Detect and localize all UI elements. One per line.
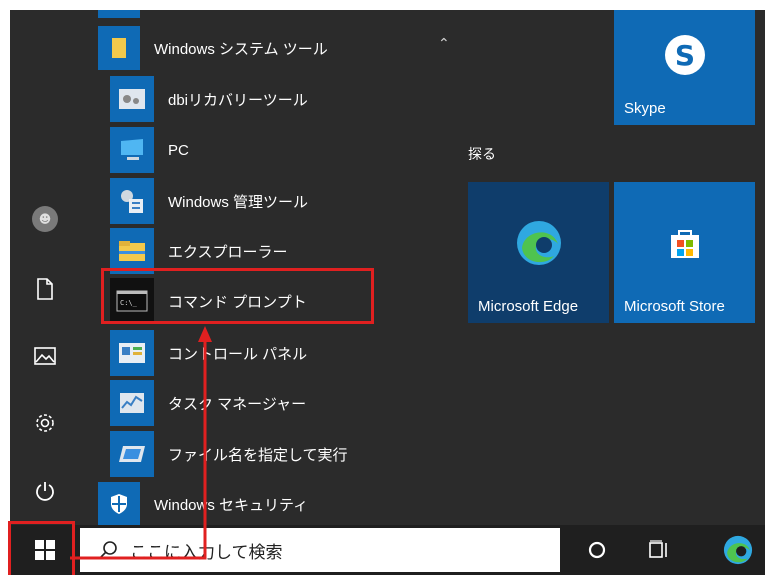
annotation-arrow bbox=[70, 326, 212, 560]
